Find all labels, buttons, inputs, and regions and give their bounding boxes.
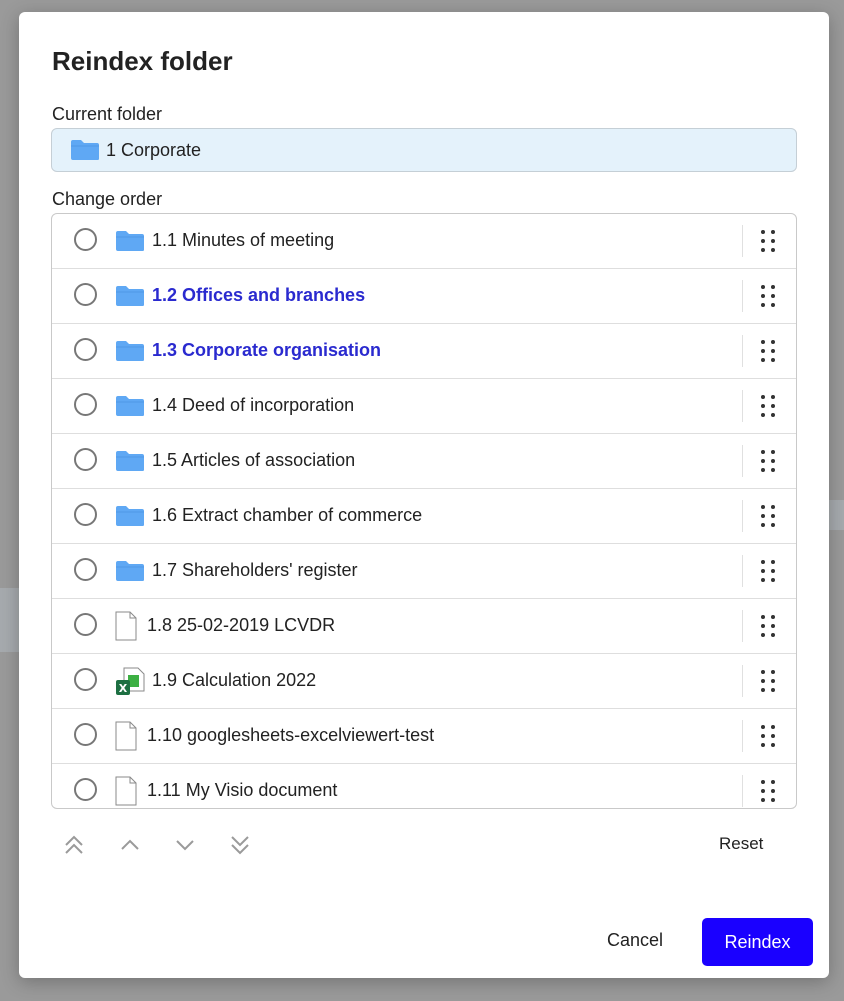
list-item-label: 1.7 Shareholders' register xyxy=(152,560,358,580)
drag-handle-icon[interactable] xyxy=(758,449,778,473)
backdrop-strip xyxy=(0,588,19,652)
row-divider xyxy=(742,445,743,477)
current-folder-field: 1 Corporate xyxy=(51,128,797,172)
folder-icon xyxy=(116,451,144,471)
order-list: 1.1 Minutes of meeting 1.2 Offices and br… xyxy=(51,213,797,809)
list-item-label: 1.3 Corporate organisation xyxy=(152,340,382,360)
folder-icon-wrap xyxy=(115,395,145,422)
list-item[interactable]: 1.6 Extract chamber of commerce xyxy=(52,489,796,544)
list-item[interactable]: 1.7 Shareholders' register xyxy=(52,544,796,599)
document-icon-wrap xyxy=(115,721,137,756)
folder-icon-wrap xyxy=(115,230,145,257)
move-down-button[interactable] xyxy=(172,832,198,858)
select-radio[interactable] xyxy=(74,558,97,581)
row-divider xyxy=(742,500,743,532)
drag-handle-icon[interactable] xyxy=(758,339,778,363)
current-folder-name: 1 Corporate xyxy=(106,139,202,160)
row-divider xyxy=(742,335,743,367)
list-item[interactable]: 1.4 Deed of incorporation xyxy=(52,379,796,434)
drag-handle-icon[interactable] xyxy=(758,669,778,693)
row-divider xyxy=(742,225,743,257)
drag-handle-icon[interactable] xyxy=(758,779,778,803)
list-item-label: 1.4 Deed of incorporation xyxy=(152,395,355,415)
excel-icon-wrap: X xyxy=(115,667,145,702)
list-item[interactable]: 1.5 Articles of association xyxy=(52,434,796,489)
list-item-label: 1.6 Extract chamber of commerce xyxy=(152,505,423,525)
list-item[interactable]: 1.8 25-02-2019 LCVDR xyxy=(52,599,796,654)
select-radio[interactable] xyxy=(74,228,97,251)
folder-icon-wrap xyxy=(115,560,145,587)
reindex-button[interactable]: Reindex xyxy=(702,918,813,966)
folder-icon-wrap xyxy=(115,285,145,312)
reindex-dialog: Reindex folder Current folder 1 Corporat… xyxy=(19,12,829,978)
document-icon xyxy=(115,611,137,641)
select-radio[interactable] xyxy=(74,283,97,306)
change-order-label: Change order xyxy=(52,189,163,209)
select-radio[interactable] xyxy=(74,338,97,361)
drag-handle-icon[interactable] xyxy=(758,284,778,308)
row-divider xyxy=(742,665,743,697)
excel-file-icon: X xyxy=(116,667,145,695)
list-item[interactable]: X 1.9 Calculation 2022 xyxy=(52,654,796,709)
document-icon-wrap xyxy=(115,611,137,646)
list-item-label: 1.1 Minutes of meeting xyxy=(152,230,335,250)
row-divider xyxy=(742,390,743,422)
list-item[interactable]: 1.11 My Visio document xyxy=(52,764,796,808)
row-divider xyxy=(742,720,743,752)
folder-icon xyxy=(116,396,144,416)
folder-icon xyxy=(116,341,144,361)
folder-icon-wrap xyxy=(115,505,145,532)
folder-icon xyxy=(116,231,144,251)
cancel-button[interactable]: Cancel xyxy=(607,930,663,951)
document-icon-wrap xyxy=(115,776,137,808)
list-item-label: 1.11 My Visio document xyxy=(147,780,338,800)
current-folder-label: Current folder xyxy=(52,104,163,124)
backdrop-strip xyxy=(829,500,844,530)
list-item[interactable]: 1.10 googlesheets-excelviewert-test xyxy=(52,709,796,764)
select-radio[interactable] xyxy=(74,448,97,471)
document-icon xyxy=(115,721,137,751)
move-up-button[interactable] xyxy=(117,832,143,858)
svg-text:X: X xyxy=(119,682,128,695)
row-divider xyxy=(742,280,743,312)
drag-handle-icon[interactable] xyxy=(758,504,778,528)
reset-button[interactable]: Reset xyxy=(719,834,763,854)
folder-icon xyxy=(71,140,99,160)
list-item-label: 1.5 Articles of association xyxy=(152,450,356,470)
select-radio[interactable] xyxy=(74,613,97,636)
folder-icon xyxy=(116,506,144,526)
list-item[interactable]: 1.3 Corporate organisation xyxy=(52,324,796,379)
folder-icon-wrap xyxy=(115,450,145,477)
select-radio[interactable] xyxy=(74,668,97,691)
select-radio[interactable] xyxy=(74,723,97,746)
move-to-top-button[interactable] xyxy=(61,832,87,858)
move-to-bottom-button[interactable] xyxy=(227,832,253,858)
list-item-label: 1.8 25-02-2019 LCVDR xyxy=(147,615,336,635)
folder-icon xyxy=(116,561,144,581)
list-item-label: 1.10 googlesheets-excelviewert-test xyxy=(147,725,435,745)
drag-handle-icon[interactable] xyxy=(758,559,778,583)
select-radio[interactable] xyxy=(74,503,97,526)
row-divider xyxy=(742,555,743,587)
drag-handle-icon[interactable] xyxy=(758,394,778,418)
drag-handle-icon[interactable] xyxy=(758,614,778,638)
folder-icon xyxy=(116,286,144,306)
drag-handle-icon[interactable] xyxy=(758,229,778,253)
dialog-title: Reindex folder xyxy=(52,46,233,76)
list-item-label: 1.9 Calculation 2022 xyxy=(152,670,317,690)
row-divider xyxy=(742,775,743,807)
select-radio[interactable] xyxy=(74,393,97,416)
list-item[interactable]: 1.2 Offices and branches xyxy=(52,269,796,324)
folder-icon-wrap xyxy=(115,340,145,367)
list-item[interactable]: 1.1 Minutes of meeting xyxy=(52,214,796,269)
select-radio[interactable] xyxy=(74,778,97,801)
list-item-label: 1.2 Offices and branches xyxy=(152,285,366,305)
document-icon xyxy=(115,776,137,806)
row-divider xyxy=(742,610,743,642)
drag-handle-icon[interactable] xyxy=(758,724,778,748)
